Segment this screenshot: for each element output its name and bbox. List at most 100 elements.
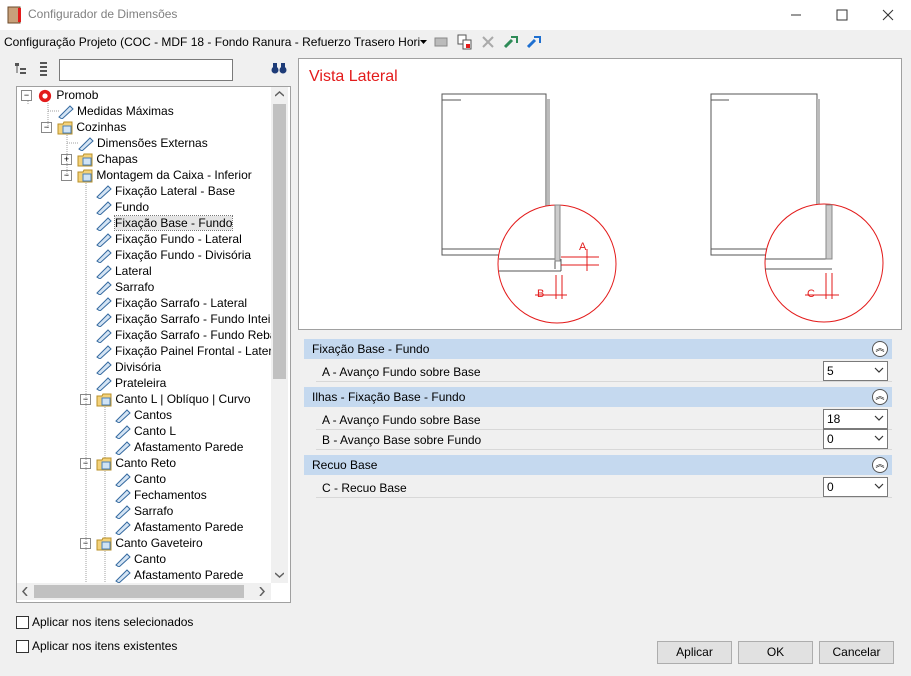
- tree-item-canto-reto[interactable]: − Canto Reto: [80, 455, 176, 471]
- tree-item-canto-l-obliquo-curvo[interactable]: − Canto L | Oblíquo | Curvo: [80, 391, 251, 407]
- collapse-toggle-icon[interactable]: −: [61, 170, 72, 182]
- scroll-thumb[interactable]: [273, 104, 286, 379]
- apply-button[interactable]: Aplicar: [657, 641, 732, 664]
- scroll-up-icon[interactable]: [275, 91, 284, 97]
- tree-item-fixacao-sarrafo-fundo-rebaixa[interactable]: Fixação Sarrafo - Fundo Rebaixa: [96, 327, 271, 343]
- import-config-icon[interactable]: [502, 33, 520, 51]
- close-button[interactable]: [865, 0, 911, 30]
- ruler-icon: [96, 329, 112, 343]
- tree-item-fundo[interactable]: Fundo: [96, 199, 149, 215]
- ruler-icon: [115, 553, 131, 567]
- scroll-down-icon[interactable]: [275, 572, 284, 578]
- collapse-toggle-icon[interactable]: −: [21, 90, 32, 102]
- tree-item-canto[interactable]: Canto: [115, 471, 166, 487]
- ruler-icon: [96, 377, 112, 391]
- tree-item-canto-l[interactable]: Canto L: [115, 423, 176, 439]
- tree-item-cantos[interactable]: Cantos: [115, 407, 172, 423]
- apply-selected-checkbox[interactable]: [16, 616, 29, 629]
- binoculars-icon[interactable]: [271, 61, 287, 75]
- delete-config-icon[interactable]: [479, 33, 497, 51]
- tree-item-montagem-caixa-inferior[interactable]: − Montagem da Caixa - Inferior: [61, 167, 252, 183]
- tree-item-lateral[interactable]: Lateral: [96, 263, 152, 279]
- section-recuo-base[interactable]: Recuo Base ︽: [304, 455, 892, 475]
- collapse-section-icon[interactable]: ︽: [872, 457, 888, 473]
- maximize-button[interactable]: [819, 0, 865, 30]
- tree-item-prateleira[interactable]: Prateleira: [96, 375, 166, 391]
- value-dropdown[interactable]: 18: [823, 409, 888, 429]
- ruler-icon: [58, 105, 74, 119]
- collapse-section-icon[interactable]: ︽: [872, 389, 888, 405]
- scroll-thumb[interactable]: [34, 585, 244, 598]
- tree-item-afastamento-parede[interactable]: Afastamento Parede: [115, 567, 243, 583]
- window-title: Configurador de Dimensões: [28, 7, 178, 21]
- tree-item-fechamentos[interactable]: Fechamentos: [115, 487, 207, 503]
- minimize-button[interactable]: [773, 0, 819, 30]
- tree-item-fixacao-lateral-base[interactable]: Fixação Lateral - Base: [96, 183, 235, 199]
- scroll-right-icon[interactable]: [259, 587, 265, 596]
- tree-item-afastamento-parede[interactable]: Afastamento Parede: [115, 439, 243, 455]
- collapse-toggle-icon[interactable]: −: [41, 122, 52, 134]
- maximize-icon: [836, 9, 848, 21]
- tree-item-fixacao-fundo-divisoria[interactable]: Fixação Fundo - Divisória: [96, 247, 251, 263]
- tree-item-canto[interactable]: Canto: [115, 551, 166, 567]
- tree-item-cozinhas[interactable]: − Cozinhas: [41, 119, 126, 135]
- section-ilhas-fixacao-base-fundo[interactable]: Ilhas - Fixação Base - Fundo ︽: [304, 387, 892, 407]
- close-icon: [882, 9, 894, 21]
- property-row: B - Avanço Base sobre Fundo 0: [316, 429, 892, 450]
- tree-item-fixacao-fundo-lateral[interactable]: Fixação Fundo - Lateral: [96, 231, 242, 247]
- tree-item-fixacao-painel-frontal-lateral[interactable]: Fixação Painel Frontal - Lateral: [96, 343, 271, 359]
- collapse-toggle-icon[interactable]: −: [80, 538, 91, 550]
- side-view-diagram: A B C: [441, 93, 884, 324]
- tree-item-afastamento-parede[interactable]: Afastamento Parede: [115, 519, 243, 535]
- ruler-icon: [115, 569, 131, 583]
- tree-item-fixacao-base-fundo[interactable]: Fixação Base - Fundo: [96, 215, 234, 231]
- ruler-icon: [96, 185, 112, 199]
- value-dropdown[interactable]: 0: [823, 477, 888, 497]
- ruler-icon: [115, 521, 131, 535]
- tree-item-medidas-maximas[interactable]: Medidas Máximas: [58, 103, 174, 119]
- export-config-icon[interactable]: [525, 33, 543, 51]
- tree-item-fixacao-sarrafo-lateral[interactable]: Fixação Sarrafo - Lateral: [96, 295, 247, 311]
- label-c: C: [807, 288, 815, 300]
- expand-toggle-icon[interactable]: +: [61, 154, 72, 166]
- ok-button[interactable]: OK: [738, 641, 813, 664]
- tree-item-fixacao-sarrafo-fundo-inteiro[interactable]: Fixação Sarrafo - Fundo Inteiro: [96, 311, 271, 327]
- ruler-icon: [115, 441, 131, 455]
- folder-icon: [96, 393, 112, 407]
- tree-item-sarrafo[interactable]: Sarrafo: [115, 503, 173, 519]
- collapse-toggle-icon[interactable]: −: [80, 394, 91, 406]
- value-dropdown[interactable]: 0: [823, 429, 888, 449]
- app-icon: [7, 6, 21, 24]
- collapse-toggle-icon[interactable]: −: [80, 458, 91, 470]
- search-input[interactable]: [59, 59, 233, 81]
- tree-item-dimensoes-externas[interactable]: Dimensões Externas: [78, 135, 208, 151]
- value-dropdown[interactable]: 5: [823, 361, 888, 381]
- config-dropdown-icon[interactable]: [420, 40, 427, 45]
- chevron-down-icon: [874, 435, 884, 441]
- ruler-icon: [96, 361, 112, 375]
- config-selector[interactable]: Configuração Projeto (COC - MDF 18 - Fon…: [4, 35, 420, 49]
- copy-config-icon[interactable]: [456, 33, 474, 51]
- tree-list: − Promob Medidas Máximas − Cozinhas Dime…: [17, 87, 271, 583]
- collapse-section-icon[interactable]: ︽: [872, 341, 888, 357]
- promob-logo-icon: [39, 89, 52, 102]
- cancel-button[interactable]: Cancelar: [819, 641, 894, 664]
- ruler-icon: [115, 505, 131, 519]
- label-a: A: [579, 241, 587, 253]
- scroll-left-icon[interactable]: [22, 587, 28, 596]
- tree-item-canto-gaveteiro[interactable]: − Canto Gaveteiro: [80, 535, 203, 551]
- tree-item-divisoria[interactable]: Divisória: [96, 359, 161, 375]
- folder-icon: [77, 169, 93, 183]
- expand-all-icon[interactable]: [14, 61, 30, 77]
- apply-existing-checkbox[interactable]: [16, 640, 29, 653]
- collapse-all-icon[interactable]: [38, 61, 50, 77]
- section-fixacao-base-fundo[interactable]: Fixação Base - Fundo ︽: [304, 339, 892, 359]
- tree-item-promob[interactable]: − Promob: [21, 87, 98, 103]
- ruler-icon: [115, 425, 131, 439]
- tree-horizontal-scrollbar[interactable]: [17, 583, 271, 600]
- tree-item-chapas[interactable]: + Chapas: [61, 151, 138, 167]
- tree-item-sarrafo[interactable]: Sarrafo: [96, 279, 154, 295]
- tree-vertical-scrollbar[interactable]: [271, 87, 288, 583]
- folder-icon: [77, 153, 93, 167]
- edit-config-icon[interactable]: [433, 33, 451, 51]
